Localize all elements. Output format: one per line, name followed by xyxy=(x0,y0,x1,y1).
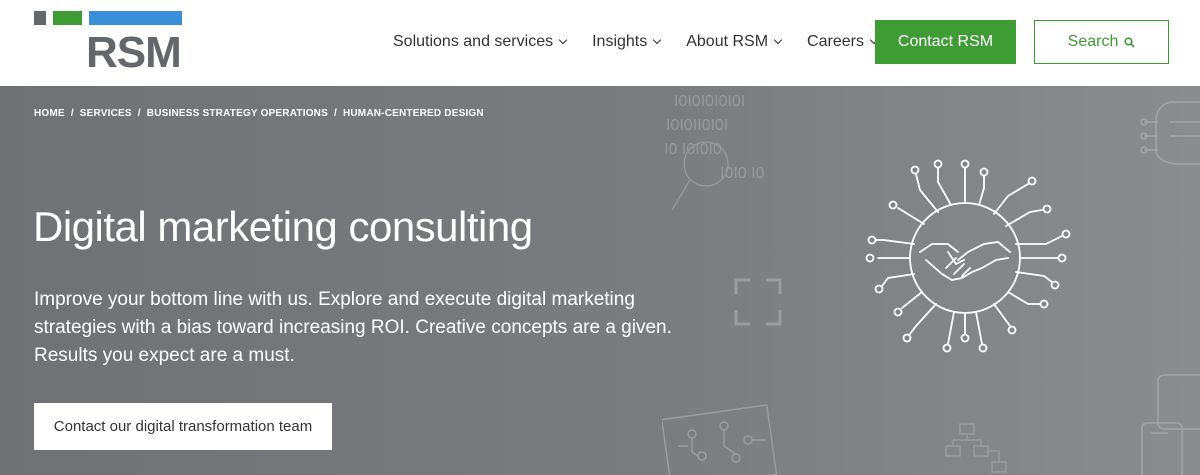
breadcrumb-services-link[interactable]: SERVICES xyxy=(80,108,132,119)
chevron-down-icon xyxy=(558,35,568,45)
device-outline-icon xyxy=(1141,374,1200,475)
nav-item-label: Insights xyxy=(592,33,648,50)
search-icon xyxy=(1124,36,1135,48)
nav-item-label: Solutions and services xyxy=(393,33,554,50)
circuit-corner-icon xyxy=(1140,101,1200,165)
nav-item-insights[interactable]: Insights xyxy=(592,31,662,53)
contact-digital-team-button[interactable]: Contact our digital transformation team xyxy=(34,403,332,450)
nav-item-solutions[interactable]: Solutions and services xyxy=(393,31,568,53)
handshake-network-icon xyxy=(865,159,1071,353)
logo-blue-bar xyxy=(89,11,182,25)
binary-row: I0I0II0I0I xyxy=(666,117,728,134)
breadcrumb-separator: / xyxy=(70,108,74,119)
nav-item-about[interactable]: About RSM xyxy=(686,31,783,53)
logo-wordmark: RSM xyxy=(86,28,182,77)
site-header: RSM Solutions and services Insights Abou… xyxy=(0,0,1200,86)
breadcrumb: HOME / SERVICES / BUSINESS STRATEGY OPER… xyxy=(34,108,490,119)
nav-item-label: About RSM xyxy=(686,33,769,50)
rsm-logo[interactable]: RSM xyxy=(34,11,184,75)
hero-description-line: strategies with a bias toward increasing… xyxy=(34,317,672,338)
nav-item-label: Careers xyxy=(807,33,864,50)
nav-item-careers[interactable]: Careers xyxy=(807,31,879,53)
breadcrumb-separator: / xyxy=(137,108,141,119)
binary-row: I0I0 I0 xyxy=(720,165,765,182)
chevron-down-icon xyxy=(773,35,783,45)
breadcrumb-business-strategy-link[interactable]: BUSINESS STRATEGY OPERATIONS xyxy=(147,108,328,119)
hero-description-line: Results you expect are a must. xyxy=(34,345,295,366)
focus-frame-icon xyxy=(734,278,782,326)
breadcrumb-home-link[interactable]: HOME xyxy=(34,108,65,119)
search-button-label: Search xyxy=(1067,33,1119,50)
hero-description-line: Improve your bottom line with us. Explor… xyxy=(34,289,635,310)
page-title: Digital marketing consulting xyxy=(33,203,533,250)
logo-green-bar xyxy=(53,11,82,25)
chevron-down-icon xyxy=(652,35,662,45)
binary-pattern-icon: I0I0I0I0I0I I0I0II0I0I I0 I0I0I0 I0I0 I0 xyxy=(664,93,765,211)
search-button[interactable]: Search xyxy=(1034,20,1169,64)
binary-row: I0I0I0I0I0I xyxy=(674,93,745,110)
hero-description: Improve your bottom line with us. Explor… xyxy=(34,286,714,370)
main-nav: Solutions and services Insights About RS… xyxy=(393,31,903,53)
contact-rsm-button[interactable]: Contact RSM xyxy=(875,20,1016,64)
breadcrumb-human-centered-design-link[interactable]: HUMAN-CENTERED DESIGN xyxy=(343,108,484,119)
circuit-board-icon xyxy=(662,404,777,475)
logo-gray-bar xyxy=(34,11,46,25)
breadcrumb-separator: / xyxy=(333,108,337,119)
hero-banner: I0I0I0I0I0I I0I0II0I0I I0 I0I0I0 I0I0 I0 xyxy=(0,86,1200,475)
flowchart-icon xyxy=(945,423,1007,473)
